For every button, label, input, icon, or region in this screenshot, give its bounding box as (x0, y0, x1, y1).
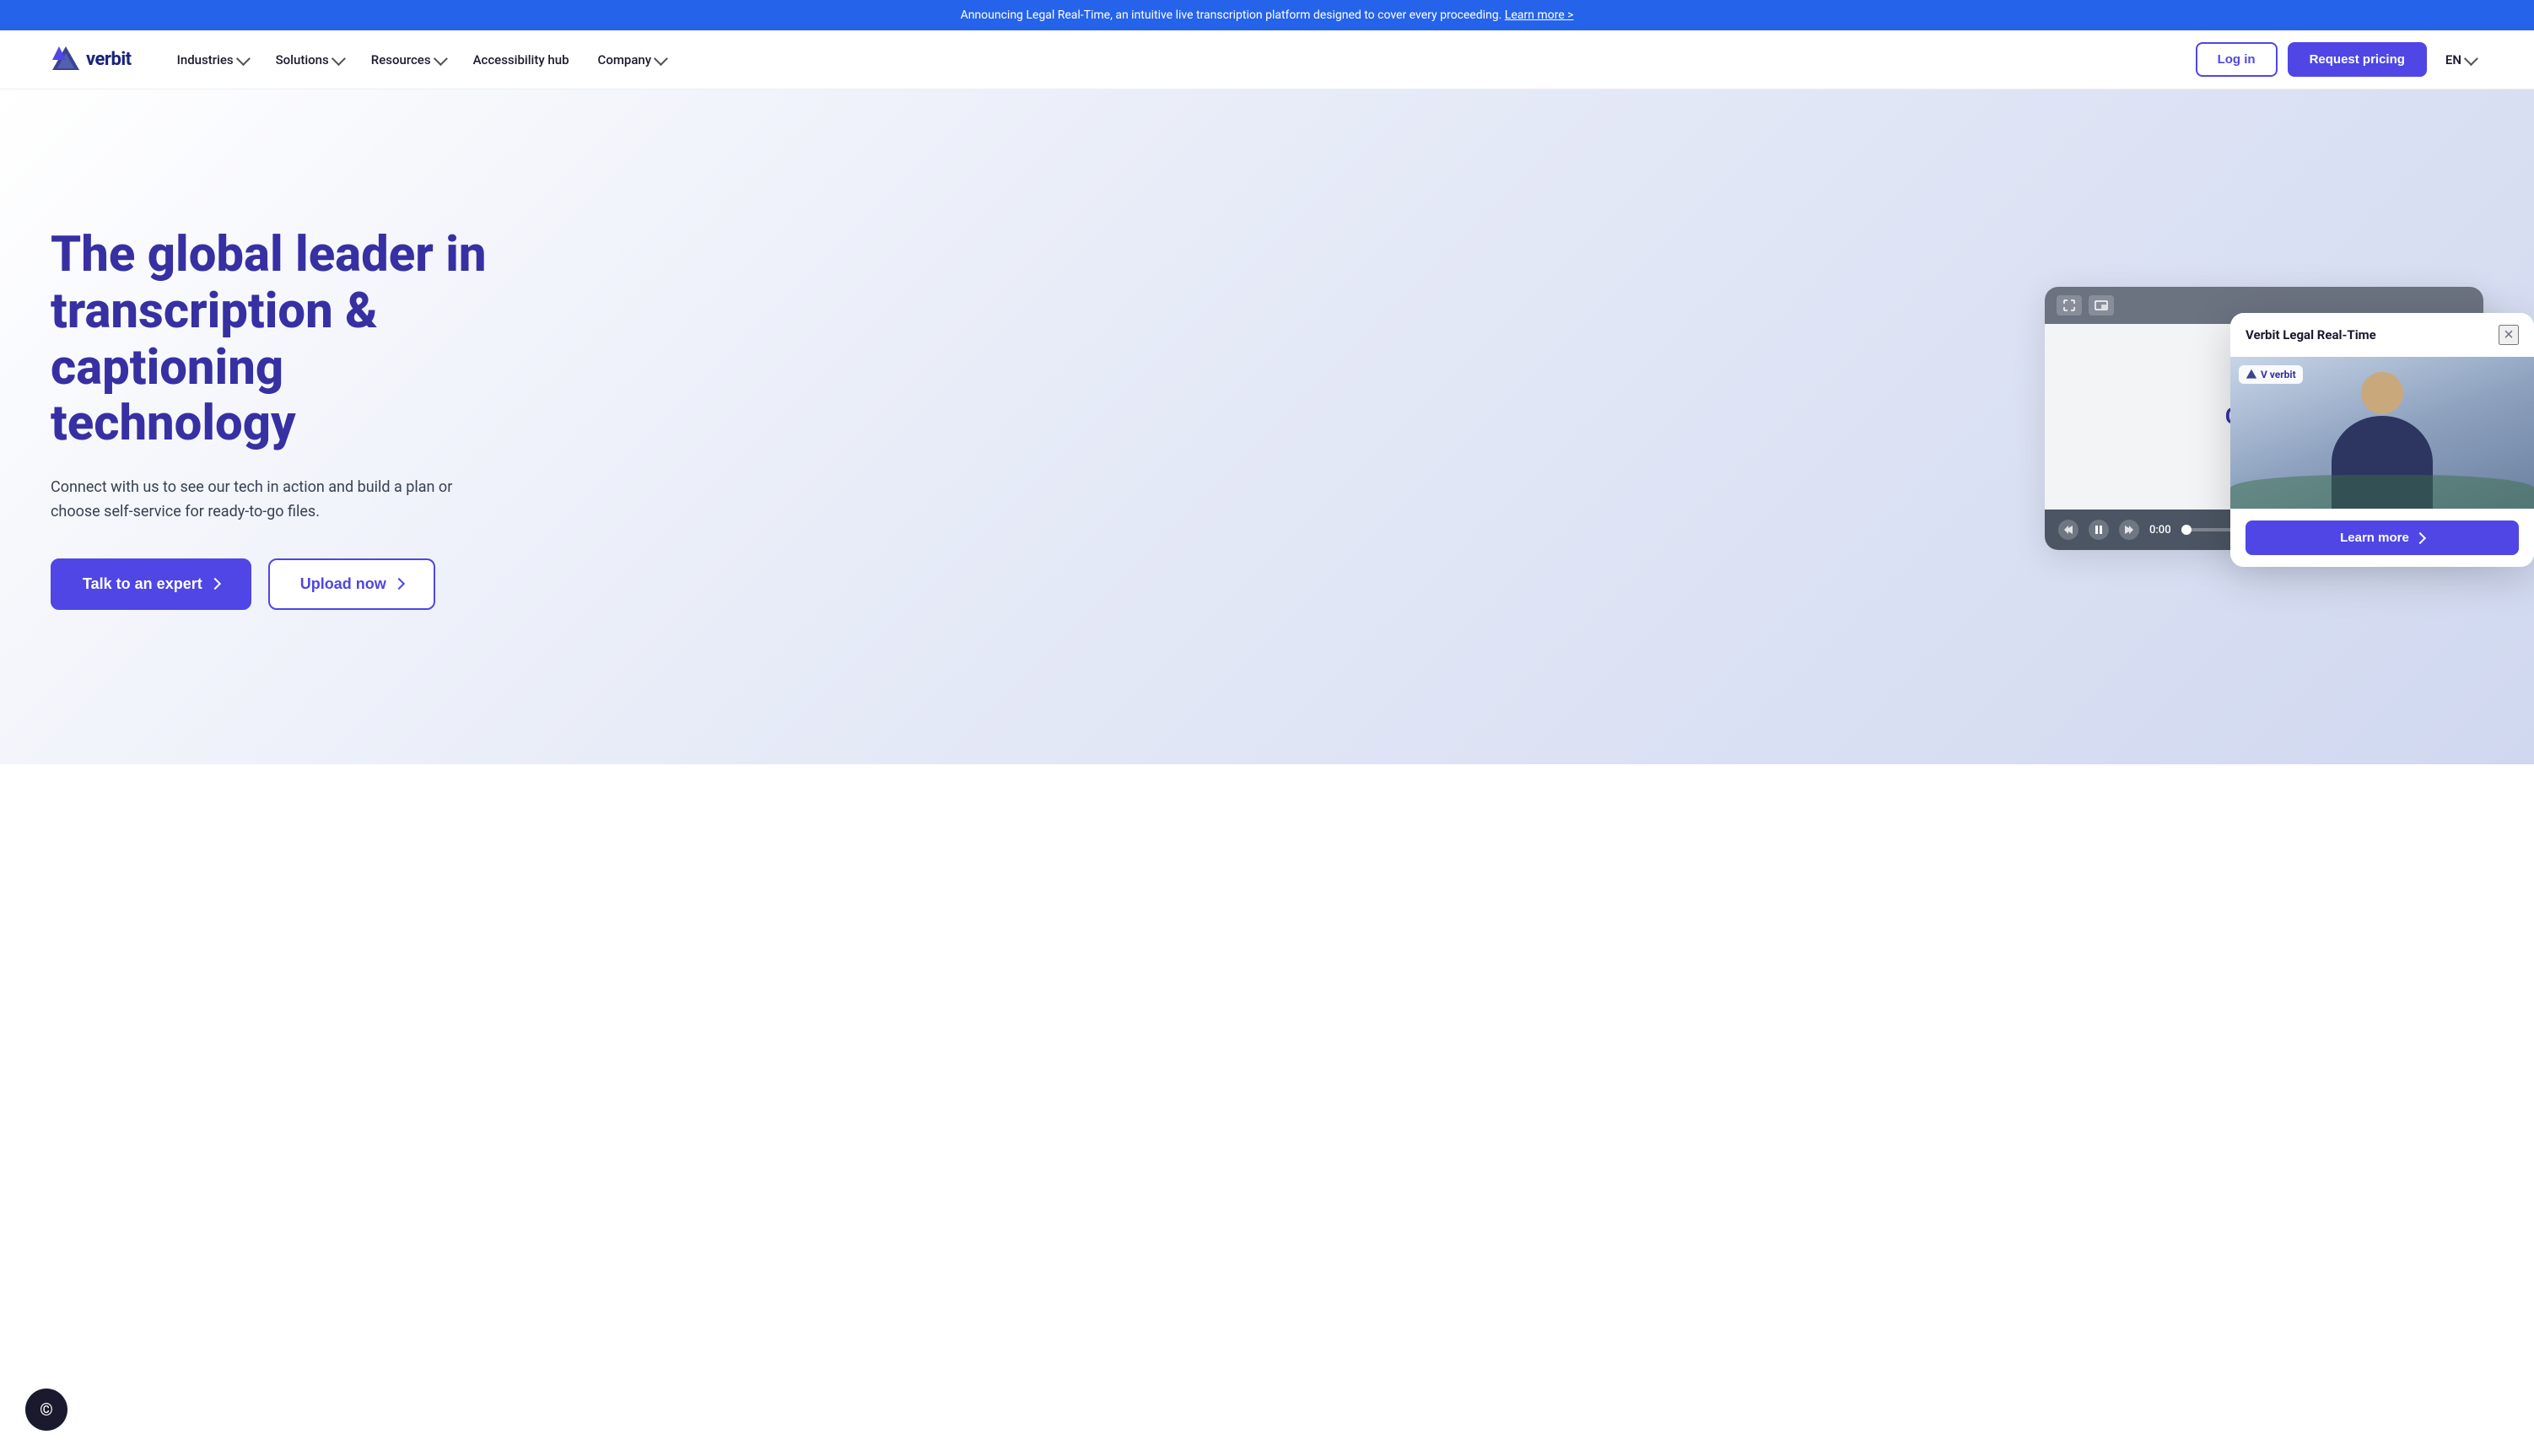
main-nav: Industries Solutions Resources Accessibi… (165, 46, 2196, 74)
nav-solutions[interactable]: Solutions (264, 46, 354, 74)
request-pricing-button[interactable]: Request pricing (2288, 42, 2427, 77)
hero-content: The global leader in transcription & cap… (51, 227, 1218, 609)
announcement-link[interactable]: Learn more > (1505, 8, 1574, 22)
chevron-down-icon (433, 51, 447, 66)
chevron-right-icon (209, 578, 221, 590)
chevron-down-icon (332, 51, 346, 66)
popup-header: Verbit Legal Real-Time × (2230, 313, 2534, 357)
chevron-right-icon (393, 578, 405, 590)
nav-resources[interactable]: Resources (359, 46, 456, 74)
header-actions: Log in Request pricing EN (2196, 42, 2483, 77)
login-button[interactable]: Log in (2196, 42, 2278, 77)
popup-card: Verbit Legal Real-Time × V verbit (2230, 313, 2534, 567)
verbit-logo-icon (51, 45, 81, 75)
video-time: 0:00 (2149, 524, 2171, 537)
hero-visual: Capture (1218, 287, 2483, 550)
nav-accessibility-hub[interactable]: Accessibility hub (461, 46, 581, 74)
header: verbit Industries Solutions Resources Ac… (0, 30, 2534, 89)
chat-icon: © (40, 1399, 53, 1420)
learn-more-button[interactable]: Learn more (2246, 520, 2519, 555)
person-head (2361, 372, 2403, 414)
chevron-down-icon (654, 51, 668, 66)
talk-to-expert-button[interactable]: Talk to an expert (51, 558, 251, 610)
announcement-text: Announcing Legal Real-Time, an intuitive… (961, 8, 1502, 22)
upload-now-button[interactable]: Upload now (268, 558, 435, 610)
nav-industries[interactable]: Industries (165, 46, 259, 74)
popup-person-image: V verbit (2230, 357, 2534, 509)
rewind-button[interactable] (2058, 520, 2078, 540)
nav-company[interactable]: Company (586, 46, 677, 74)
progress-thumb (2181, 525, 2192, 535)
chat-widget[interactable]: © (25, 1389, 67, 1431)
logo-text: verbit (86, 49, 132, 70)
popup-logo-badge: V verbit (2239, 365, 2303, 384)
popup-footer: Learn more (2230, 509, 2534, 567)
person-background-greenery (2230, 475, 2534, 509)
chevron-right-icon (2414, 531, 2426, 543)
chevron-down-icon (236, 51, 251, 66)
hero-title: The global leader in transcription & cap… (51, 227, 1218, 452)
popup-title: Verbit Legal Real-Time (2246, 327, 2376, 342)
hero-section: The global leader in transcription & cap… (0, 89, 2534, 764)
language-selector[interactable]: EN (2437, 46, 2483, 74)
hero-buttons: Talk to an expert Upload now (51, 558, 1218, 610)
popup-image: V verbit (2230, 357, 2534, 509)
popup-close-button[interactable]: × (2499, 325, 2519, 345)
fast-forward-button[interactable] (2119, 520, 2139, 540)
pip-icon[interactable] (2089, 295, 2114, 315)
chevron-down-icon (2464, 51, 2478, 66)
hero-subtitle: Connect with us to see our tech in actio… (51, 476, 489, 525)
announcement-bar: Announcing Legal Real-Time, an intuitive… (0, 0, 2534, 30)
logo[interactable]: verbit (51, 45, 132, 75)
fullscreen-icon[interactable] (2057, 295, 2082, 315)
pause-button[interactable] (2089, 520, 2109, 540)
